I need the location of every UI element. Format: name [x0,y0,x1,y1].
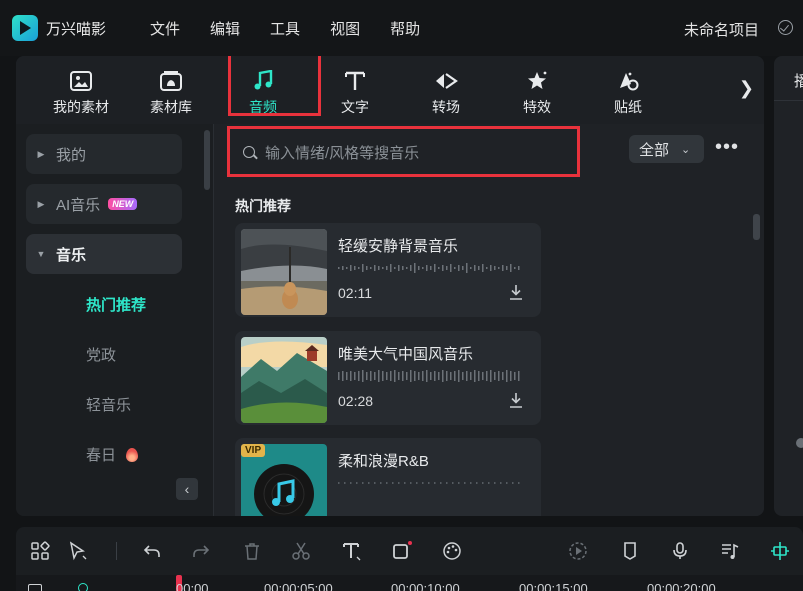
timecode-label: 00:00:20:00 [647,581,716,591]
project-name[interactable]: 未命名项目 [684,19,759,40]
snap-magnet-icon[interactable] [770,541,790,561]
sidebar-subitem-label: 春日 [86,447,117,464]
layout-grid-icon[interactable] [30,541,50,561]
caret-right-icon: ▶ [37,148,45,159]
menu-tools[interactable]: 工具 [270,18,300,39]
highlight-box-audio-tab [228,56,321,116]
lock-toggle-icon[interactable] [78,583,88,591]
menu-file[interactable]: 文件 [150,18,180,39]
track-card[interactable]: 唯美大气中国风音乐 02:28 [235,331,541,425]
stock-library-icon [160,71,182,91]
divider [774,100,803,101]
track-thumbnail [241,337,327,423]
tab-my-media[interactable]: 我的素材 [36,56,126,124]
menu-view[interactable]: 视图 [330,18,360,39]
redo-icon[interactable] [191,541,211,561]
effects-icon [528,71,547,89]
download-icon[interactable] [509,283,523,301]
track-card[interactable]: 轻缓安静背景音乐 02:11 [235,223,541,317]
caret-down-icon: ▼ [36,249,46,259]
save-status-icon[interactable] [778,20,793,35]
media-panel: 我的素材 素材库 音频 文字 转场 特效 贴纸 ❯ ▶ 我的 ▶ AI音乐 NE… [16,56,764,516]
content-scrollbar[interactable] [753,214,760,240]
chevron-down-icon: ⌄ [681,143,691,156]
timecode-label: 00:00 [176,581,209,591]
filter-dropdown[interactable]: 全部 ⌄ [629,135,704,163]
waveform [338,263,520,273]
render-preview-icon[interactable] [568,541,588,561]
slider-handle[interactable] [796,438,803,448]
menu-edit[interactable]: 编辑 [210,18,240,39]
tab-stock-library[interactable]: 素材库 [126,56,216,124]
audio-sidebar: ▶ 我的 ▶ AI音乐 NEW ▼ 音乐 热门推荐 党政 轻音乐 春日 ‹ [16,124,214,516]
app-name: 万兴喵影 [46,20,107,38]
waveform [338,482,520,484]
sidebar-subitem-spring[interactable]: 春日 [86,444,139,465]
timecode-label: 00:00:10:00 [391,581,460,591]
track-thumbnail [241,229,327,315]
menu-help[interactable]: 帮助 [390,18,420,39]
sidebar-item-ai-music[interactable]: ▶ AI音乐 NEW [26,184,182,224]
timeline-toolbar [16,527,803,575]
highlight-box-search [227,126,580,177]
player-panel: 播 [774,56,803,516]
crop-shape-icon[interactable] [392,541,412,561]
category-tabs: 我的素材 素材库 音频 文字 转场 特效 贴纸 ❯ [16,56,764,124]
undo-icon[interactable] [142,541,162,561]
timecode-label: 00:00:05:00 [264,581,333,591]
sidebar-item-mine[interactable]: ▶ 我的 [26,134,182,174]
scissors-icon[interactable] [291,541,311,561]
microphone-icon[interactable] [670,541,690,561]
chevron-right-icon[interactable]: ❯ [739,78,754,99]
timecode-label: 00:00:15:00 [519,581,588,591]
sidebar-subitem-party[interactable]: 党政 [86,344,116,365]
app-logo-icon [12,15,38,41]
collapse-sidebar-button[interactable]: ‹ [176,478,198,500]
track-name: 轻缓安静背景音乐 [338,238,459,255]
vip-badge: VIP [241,444,266,457]
divider [116,542,117,560]
waveform [338,370,520,382]
caret-right-icon: ▶ [37,198,45,209]
tab-sticker[interactable]: 贴纸 [583,56,673,124]
sidebar-scrollbar[interactable] [204,130,210,190]
music-list-icon[interactable] [720,541,740,561]
text-tool-icon[interactable] [342,541,362,561]
music-content: 输入情绪/风格等搜音乐 全部 ⌄ ••• 热门推荐 轻缓安静背景音乐 02:11… [215,124,764,516]
download-icon[interactable] [509,391,523,409]
tab-text[interactable]: 文字 [310,56,400,124]
track-card[interactable]: VIP 柔和浪漫R&B [235,438,541,516]
sidebar-subitem-hot[interactable]: 热门推荐 [86,294,146,315]
title-bar: 万兴喵影 文件 编辑 工具 视图 帮助 未命名项目 [0,0,803,56]
hot-flame-icon [126,448,139,462]
delete-icon[interactable] [242,541,262,561]
timeline-ruler[interactable]: 00:00 00:00:05:00 00:00:10:00 00:00:15:0… [16,575,803,591]
text-icon [345,71,365,90]
track-name: 唯美大气中国风音乐 [338,346,474,363]
track-duration: 02:28 [338,393,374,409]
track-manager-icon[interactable] [28,584,42,591]
new-badge: NEW [108,198,138,210]
tab-transition[interactable]: 转场 [401,56,491,124]
sticker-icon [620,72,639,91]
tab-effects[interactable]: 特效 [492,56,582,124]
filter-value: 全部 [639,141,670,159]
menu-bar: 文件 编辑 工具 视图 帮助 [150,18,450,39]
transition-icon [436,73,458,89]
sidebar-item-music[interactable]: ▼ 音乐 [26,234,182,274]
marker-icon[interactable] [620,541,640,561]
section-title: 热门推荐 [235,198,291,214]
track-name: 柔和浪漫R&B [338,453,429,470]
select-pointer-icon[interactable] [68,541,88,561]
my-media-icon [70,71,92,91]
player-tab-label[interactable]: 播 [794,70,803,91]
more-options-icon[interactable]: ••• [715,136,739,159]
sidebar-subitem-light[interactable]: 轻音乐 [86,394,131,415]
color-palette-icon[interactable] [442,541,462,561]
track-duration: 02:11 [338,285,372,301]
